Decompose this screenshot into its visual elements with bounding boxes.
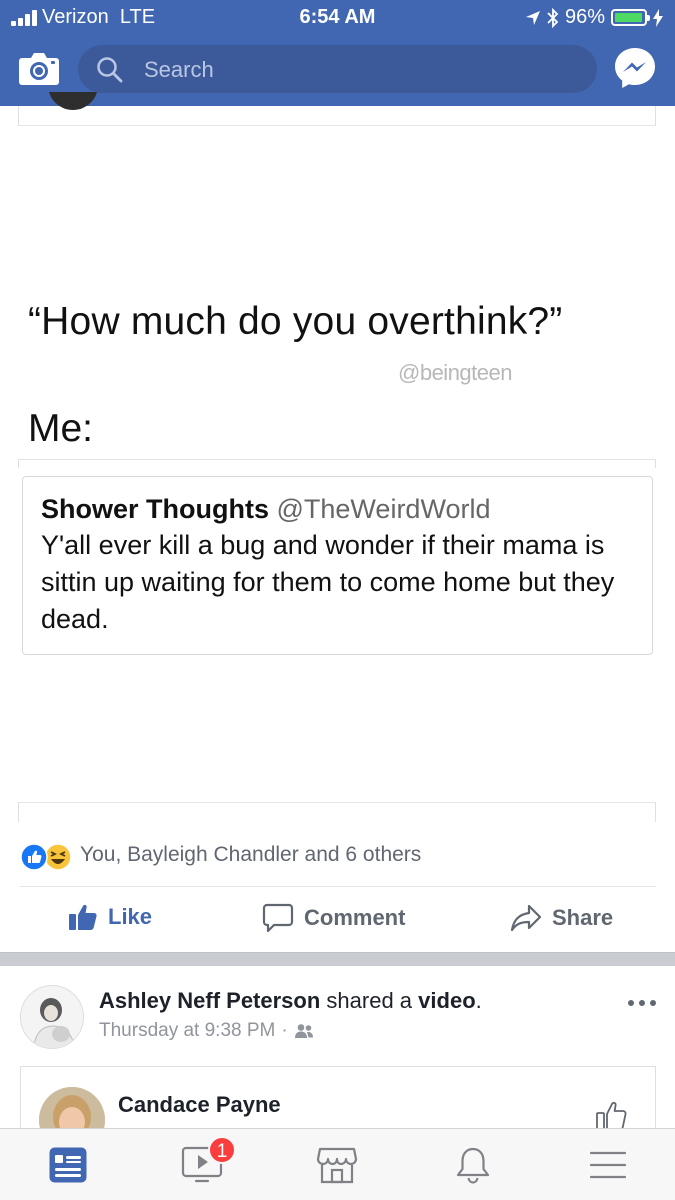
watch-notification-badge: 1 xyxy=(208,1136,236,1164)
charging-icon xyxy=(653,8,663,27)
tweet-author-handle: @TheWeirdWorld xyxy=(276,494,491,524)
top-header: Verizon LTE 6:54 AM 96% Search xyxy=(0,0,675,106)
comment-button[interactable]: Comment xyxy=(262,903,405,933)
meta-separator: · xyxy=(281,1020,288,1041)
post-meta: Thursday at 9:38 PM · xyxy=(99,1020,314,1042)
tab-menu[interactable] xyxy=(584,1143,632,1187)
tweet-author-name: Shower Thoughts xyxy=(41,494,269,524)
shared-object-link[interactable]: video xyxy=(418,988,475,1013)
header-period: . xyxy=(475,988,482,1013)
meme-me-label: Me: xyxy=(28,407,94,450)
thumbs-up-icon xyxy=(69,904,97,930)
shared-author-name[interactable]: Candace Payne xyxy=(118,1092,281,1118)
meme-frame-bottom xyxy=(18,802,656,822)
marketplace-icon xyxy=(316,1147,358,1184)
messenger-icon xyxy=(615,48,655,88)
like-button[interactable]: Like xyxy=(68,903,152,931)
camera-button[interactable] xyxy=(18,49,60,87)
news-feed-icon xyxy=(49,1147,87,1183)
messenger-button[interactable] xyxy=(612,45,658,91)
shared-text: shared a xyxy=(326,988,413,1013)
meme-question: “How much do you overthink?” xyxy=(28,300,563,343)
bell-icon xyxy=(456,1147,490,1184)
reactions-divider xyxy=(20,886,656,887)
battery-icon xyxy=(611,9,650,26)
like-reaction-icon xyxy=(20,843,48,871)
status-bar: Verizon LTE 6:54 AM 96% xyxy=(0,0,675,36)
meme-watermark: @beingteen xyxy=(398,360,512,385)
meme-frame-top xyxy=(18,106,656,126)
post-options-button[interactable] xyxy=(626,993,658,1013)
author-name[interactable]: Ashley Neff Peterson xyxy=(99,988,320,1013)
post-timestamp[interactable]: Thursday at 9:38 PM xyxy=(99,1020,275,1042)
embedded-tweet: Shower Thoughts @TheWeirdWorld Y'all eve… xyxy=(22,476,653,655)
reactions-text: You, Bayleigh Chandler and 6 others xyxy=(80,843,422,866)
battery-percent: 96% xyxy=(564,6,605,28)
comment-icon xyxy=(262,903,294,933)
tab-notifications[interactable] xyxy=(449,1143,497,1187)
reaction-icons xyxy=(20,841,76,871)
location-arrow-icon xyxy=(525,10,540,25)
search-input[interactable]: Search xyxy=(78,45,597,93)
feed-separator xyxy=(0,952,675,966)
bluetooth-icon xyxy=(547,7,559,28)
post-actions: Like Comment Share xyxy=(0,895,675,947)
post-header: Ashley Neff Peterson shared a video. xyxy=(99,988,482,1014)
reactions-summary[interactable]: You, Bayleigh Chandler and 6 others xyxy=(20,840,422,871)
hamburger-menu-icon xyxy=(589,1151,627,1179)
tab-marketplace[interactable] xyxy=(313,1143,361,1187)
tab-news-feed[interactable] xyxy=(44,1143,92,1187)
camera-icon xyxy=(19,53,59,85)
author-avatar[interactable] xyxy=(20,985,84,1049)
status-right: 96% xyxy=(525,6,663,29)
tweet-text: Y'all ever kill a bug and wonder if thei… xyxy=(41,530,615,634)
bottom-tab-bar: 1 xyxy=(0,1128,675,1200)
share-icon xyxy=(510,904,542,932)
avatar-photo xyxy=(21,986,83,1048)
search-placeholder: Search xyxy=(144,57,214,82)
search-icon xyxy=(97,57,123,83)
share-button[interactable]: Share xyxy=(510,903,613,933)
share-label: Share xyxy=(552,905,614,930)
comment-label: Comment xyxy=(304,905,406,930)
tweet-header: Shower Thoughts @TheWeirdWorld xyxy=(41,491,634,527)
like-label: Like xyxy=(108,904,153,929)
friends-audience-icon xyxy=(294,1024,313,1038)
haha-reaction-icon xyxy=(44,843,72,871)
meme-frame-divider xyxy=(18,459,656,468)
